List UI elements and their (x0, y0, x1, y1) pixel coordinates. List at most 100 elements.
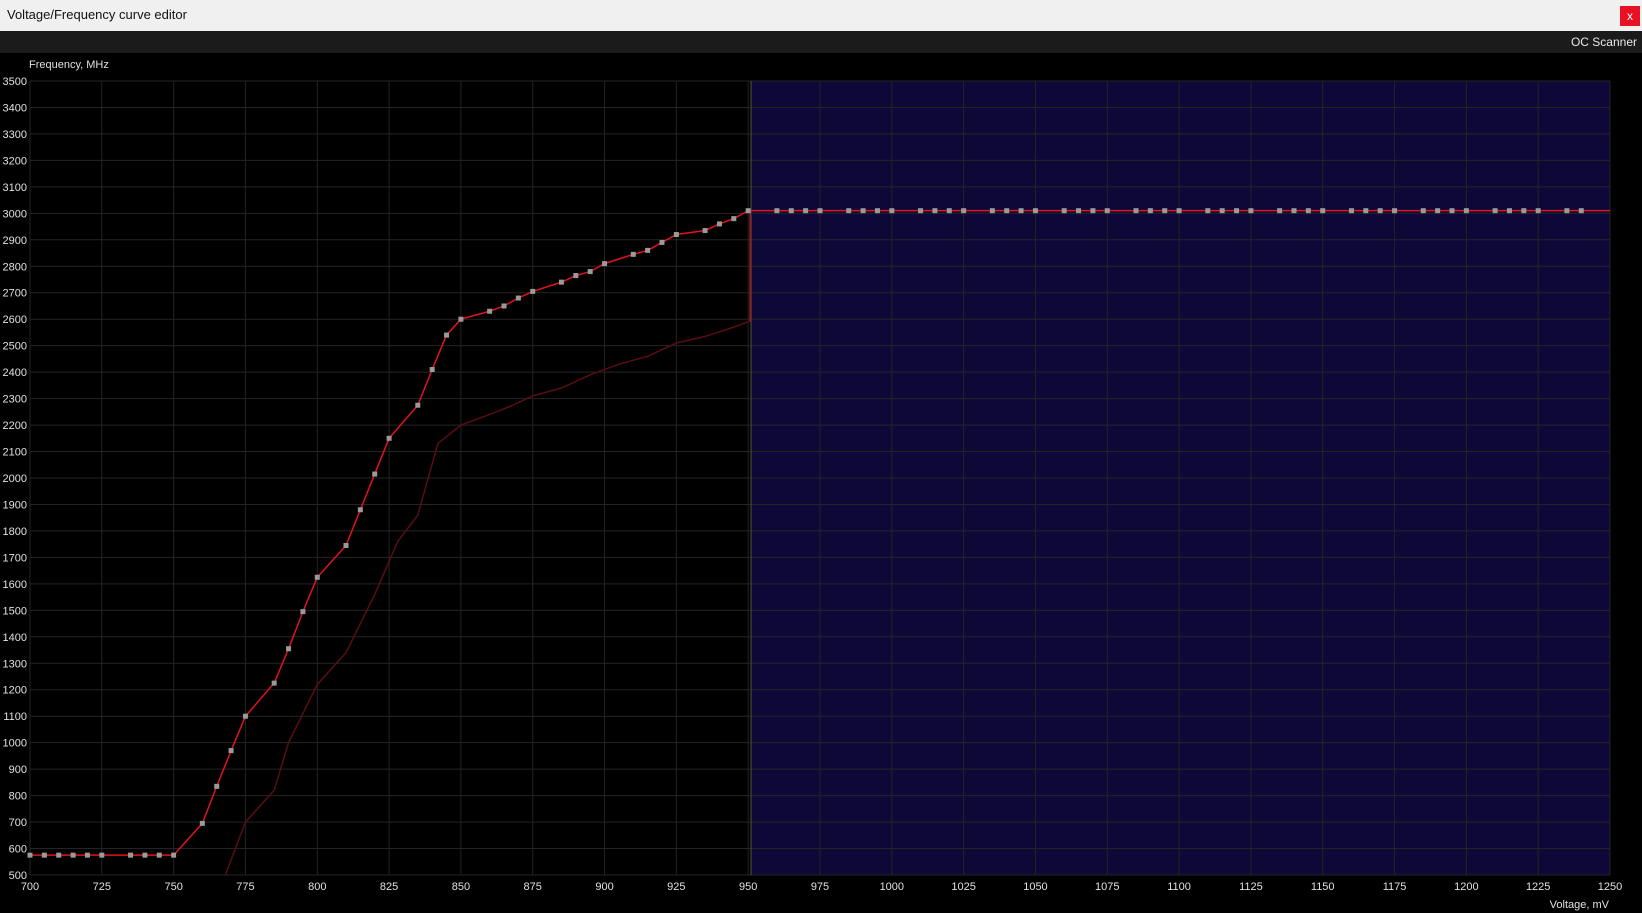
curve-point[interactable] (1234, 208, 1240, 214)
curve-point[interactable] (1506, 208, 1512, 214)
y-tick-label: 900 (9, 764, 27, 776)
curve-point[interactable] (128, 852, 134, 858)
curve-point[interactable] (228, 748, 234, 754)
curve-point[interactable] (989, 208, 995, 214)
curve-point[interactable] (1463, 208, 1469, 214)
curve-point[interactable] (214, 783, 220, 789)
curve-point[interactable] (1348, 208, 1354, 214)
curve-point[interactable] (84, 852, 90, 858)
curve-point[interactable] (731, 216, 737, 222)
curve-point[interactable] (242, 713, 248, 719)
curve-point[interactable] (889, 208, 895, 214)
curve-point[interactable] (1291, 208, 1297, 214)
curve-point[interactable] (156, 852, 162, 858)
curve-point[interactable] (171, 852, 177, 858)
curve-point[interactable] (587, 269, 593, 275)
curve-point[interactable] (429, 366, 435, 372)
curve-point[interactable] (659, 239, 665, 245)
x-tick-label: 1125 (1239, 881, 1263, 893)
curve-point[interactable] (1162, 208, 1168, 214)
curve-point[interactable] (602, 261, 608, 267)
curve-point[interactable] (1521, 208, 1527, 214)
curve-point[interactable] (1248, 208, 1254, 214)
close-button[interactable]: x (1620, 6, 1640, 26)
curve-point[interactable] (630, 251, 636, 257)
curve-point[interactable] (300, 609, 306, 615)
curve-point[interactable] (1018, 208, 1024, 214)
curve-point[interactable] (946, 208, 952, 214)
curve-point[interactable] (501, 303, 507, 309)
curve-point[interactable] (1176, 208, 1182, 214)
curve-point[interactable] (745, 208, 751, 214)
curve-point[interactable] (774, 208, 780, 214)
curve-point[interactable] (1133, 208, 1139, 214)
curve-point[interactable] (286, 646, 292, 652)
curve-point[interactable] (1535, 208, 1541, 214)
y-tick-label: 1600 (3, 579, 27, 591)
curve-point[interactable] (673, 232, 679, 238)
curve-point[interactable] (1392, 208, 1398, 214)
curve-point[interactable] (271, 680, 277, 686)
x-tick-label: 925 (667, 881, 685, 893)
curve-point[interactable] (515, 295, 521, 301)
curve-point[interactable] (961, 208, 967, 214)
y-tick-label: 3300 (3, 129, 27, 141)
curve-point[interactable] (1219, 208, 1225, 214)
curve-point[interactable] (1205, 208, 1211, 214)
curve-point[interactable] (27, 852, 33, 858)
curve-point[interactable] (645, 247, 651, 253)
curve-point[interactable] (788, 208, 794, 214)
curve-point[interactable] (702, 228, 708, 234)
x-tick-label: 1200 (1454, 881, 1478, 893)
curve-point[interactable] (487, 308, 493, 314)
curve-point[interactable] (846, 208, 852, 214)
curve-point[interactable] (386, 435, 392, 441)
curve-point[interactable] (99, 852, 105, 858)
curve-point[interactable] (1061, 208, 1067, 214)
curve-point[interactable] (716, 221, 722, 227)
curve-point[interactable] (142, 852, 148, 858)
curve-point[interactable] (918, 208, 924, 214)
curve-point[interactable] (1435, 208, 1441, 214)
curve-point[interactable] (357, 507, 363, 513)
curve-point[interactable] (860, 208, 866, 214)
curve-point[interactable] (1420, 208, 1426, 214)
curve-point[interactable] (1305, 208, 1311, 214)
curve-point[interactable] (1104, 208, 1110, 214)
curve-point[interactable] (1147, 208, 1153, 214)
vf-curve-plot[interactable]: 700 725 750 775 800 825 850 875 900 925 950 975 1000… (0, 53, 1642, 913)
curve-point[interactable] (415, 402, 421, 408)
curve-point[interactable] (1578, 208, 1584, 214)
curve-point[interactable] (803, 208, 809, 214)
curve-point[interactable] (817, 208, 823, 214)
curve-point[interactable] (932, 208, 938, 214)
window-title: Voltage/Frequency curve editor (7, 7, 187, 22)
curve-point[interactable] (530, 288, 536, 294)
curve-point[interactable] (1277, 208, 1283, 214)
curve-point[interactable] (1492, 208, 1498, 214)
curve-point[interactable] (199, 820, 205, 826)
curve-point[interactable] (1004, 208, 1010, 214)
curve-point[interactable] (1377, 208, 1383, 214)
curve-point[interactable] (1449, 208, 1455, 214)
curve-point[interactable] (573, 273, 579, 279)
curve-point[interactable] (1320, 208, 1326, 214)
curve-point[interactable] (1076, 208, 1082, 214)
curve-point[interactable] (874, 208, 880, 214)
curve-point[interactable] (1032, 208, 1038, 214)
oc-scanner-button[interactable]: OC Scanner (1571, 35, 1637, 49)
curve-point[interactable] (1090, 208, 1096, 214)
curve-point[interactable] (372, 471, 378, 477)
curve-point[interactable] (70, 852, 76, 858)
curve-point[interactable] (558, 279, 564, 285)
vf-curve-chart[interactable]: Frequency, MHz 700 725 750 775 800 825 850 875 9… (0, 53, 1642, 913)
curve-point[interactable] (1564, 208, 1570, 214)
curve-point[interactable] (458, 316, 464, 322)
toolbar: OC Scanner (0, 31, 1642, 53)
curve-point[interactable] (56, 852, 62, 858)
curve-point[interactable] (343, 542, 349, 548)
curve-point[interactable] (1363, 208, 1369, 214)
curve-point[interactable] (314, 574, 320, 580)
curve-point[interactable] (444, 332, 450, 338)
curve-point[interactable] (41, 852, 47, 858)
